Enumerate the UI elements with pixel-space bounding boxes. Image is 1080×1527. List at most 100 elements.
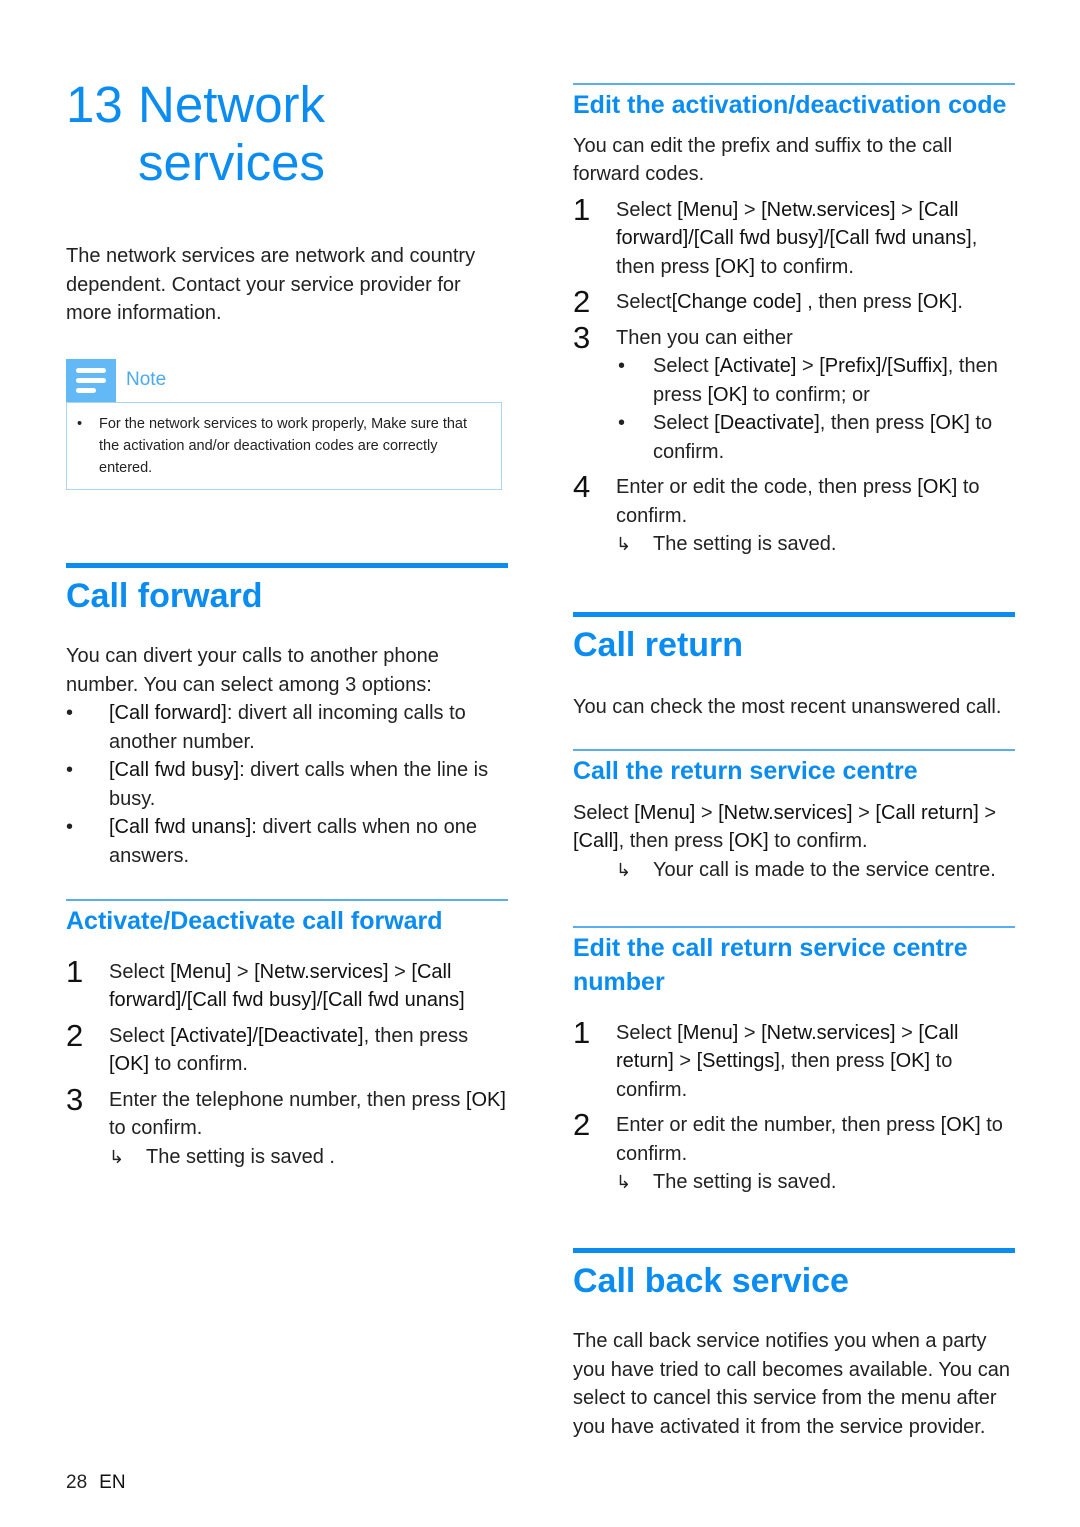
- list-item: • Select [Deactivate], then press [OK] to…: [616, 409, 1015, 466]
- step-number: 3: [573, 319, 591, 355]
- call-return-intro: You can check the most recent unanswered…: [573, 696, 1002, 718]
- step-number: 1: [573, 191, 591, 227]
- subsection-rule: [573, 83, 1015, 85]
- step-text: >: [231, 960, 255, 983]
- call-return-heading: Call return: [573, 626, 744, 664]
- list-item: • [Call fwd unans]: divert calls when no …: [66, 813, 508, 870]
- step-text: to confirm.: [109, 1117, 203, 1139]
- step-result: ↳ The setting is saved .: [109, 1143, 508, 1172]
- note-content: • For the network services to work proper…: [66, 402, 502, 490]
- return-centre-section: Call the return service centre Select [M…: [573, 749, 1015, 884]
- menu-term: [Deactivate]: [714, 412, 820, 434]
- step-text: to confirm.: [149, 1053, 248, 1075]
- menu-term: [Menu]: [634, 801, 696, 824]
- step-text: .: [957, 291, 963, 313]
- menu-term: [OK]: [109, 1053, 150, 1075]
- menu-term: [Netw.services]: [254, 960, 389, 983]
- chapter-title-line1: Network: [138, 76, 326, 133]
- menu-term: [OK]: [890, 1050, 931, 1072]
- intro-section: The network services are network and cou…: [66, 242, 508, 328]
- subsection-rule: [573, 926, 1015, 928]
- step-text: >: [796, 355, 820, 377]
- menu-term: [OK]: [929, 412, 970, 434]
- result-text: The setting is saved.: [653, 533, 837, 555]
- activate-heading: Activate/Deactivate call forward: [66, 906, 443, 935]
- step-text: Select: [109, 1024, 171, 1047]
- step-text: >: [738, 198, 762, 221]
- step-result: ↳ The setting is saved.: [616, 1168, 1015, 1197]
- step-text: >: [895, 198, 919, 221]
- edit-centre-heading: Edit the call return service centre numb…: [573, 933, 968, 996]
- step: 2 Enter or edit the number, then press […: [573, 1107, 1015, 1197]
- subsection-rule: [66, 899, 508, 901]
- step-text: >: [852, 801, 876, 824]
- step-text: to confirm; or: [747, 383, 870, 406]
- chapter-title-line2: services: [138, 134, 326, 191]
- list-item: • [Call forward]: divert all incoming cal…: [66, 699, 508, 756]
- step: 2 Select [Activate]/[Deactivate], then p…: [66, 1018, 508, 1079]
- menu-term: [OK]: [940, 1114, 981, 1136]
- step-text: Then you can either: [616, 326, 793, 349]
- step-result: ↳ Your call is made to the service centre…: [616, 856, 1015, 885]
- call-return-section: Call return You can check the most recen…: [573, 612, 1015, 722]
- edit-code-intro: You can edit the prefix and suffix to th…: [573, 134, 953, 186]
- menu-term: [Netw.services]: [718, 801, 853, 824]
- call-back-heading: Call back service: [573, 1262, 849, 1300]
- menu-term: [Activate]: [714, 355, 797, 377]
- step-text: Select: [109, 960, 171, 983]
- option-term: [Call fwd busy]: [109, 759, 240, 781]
- bullet: •: [66, 759, 74, 781]
- step: 2 Select[Change code] , then press [OK].: [573, 284, 1015, 319]
- option-term: [Call fwd unans]: [109, 816, 252, 838]
- call-forward-heading: Call forward: [66, 577, 263, 615]
- result-text: The setting is saved .: [146, 1145, 335, 1168]
- bullet: •: [66, 816, 74, 838]
- list-item: • Select [Activate] > [Prefix]/[Suffix], …: [616, 352, 1015, 409]
- step-number: 1: [66, 953, 84, 989]
- call-back-body: The call back service notifies you when …: [573, 1330, 1010, 1438]
- step: 1 Select [Menu] > [Netw.services] > [Cal…: [573, 1014, 1015, 1105]
- menu-term: [Netw.services]: [761, 1021, 896, 1044]
- step-text: Enter the telephone number, then press: [109, 1088, 466, 1111]
- call-back-section: Call back service The call back service …: [573, 1248, 1015, 1441]
- step: 3 Then you can either • Select [Activate]…: [573, 319, 1015, 467]
- step-number: 1: [573, 1014, 591, 1050]
- step-number: 2: [573, 284, 591, 319]
- step-number: 4: [573, 469, 591, 504]
- list-item: • [Call fwd busy]: divert calls when the …: [66, 756, 508, 813]
- option-term: [Call forward]: [109, 702, 227, 724]
- step-text: Select: [653, 412, 715, 434]
- step-text: >: [895, 1021, 919, 1044]
- result-arrow-icon: ↳: [616, 534, 632, 554]
- bullet: •: [66, 702, 74, 724]
- step-number: 3: [66, 1081, 84, 1117]
- section-rule: [66, 563, 508, 568]
- menu-term: [Call]: [573, 830, 619, 852]
- menu-term: [Menu]: [677, 1021, 739, 1044]
- menu-term: [Netw.services]: [761, 198, 896, 221]
- return-centre-heading: Call the return service centre: [573, 756, 918, 785]
- page-footer: 28 EN: [66, 1472, 126, 1494]
- call-forward-section: Call forward You can divert your calls t…: [66, 563, 508, 870]
- step-number: 2: [573, 1107, 591, 1142]
- note-label: Note: [126, 369, 167, 390]
- step-text: , then press: [780, 1050, 891, 1072]
- menu-term: [Activate]/[Deactivate]: [170, 1024, 364, 1047]
- call-forward-intro: You can divert your calls to another pho…: [66, 645, 439, 696]
- result-arrow-icon: ↳: [616, 859, 632, 880]
- menu-term: [Change code]: [671, 291, 802, 313]
- step-text: to confirm.: [754, 255, 854, 278]
- language-code: EN: [99, 1472, 126, 1493]
- menu-term: [OK]: [917, 476, 958, 498]
- bullet: •: [618, 355, 626, 377]
- note-header: Note: [66, 359, 502, 402]
- step-text: , then press: [819, 412, 930, 434]
- menu-term: [OK]: [714, 255, 755, 278]
- activate-section: Activate/Deactivate call forward 1 Selec…: [66, 899, 508, 1171]
- edit-code-heading: Edit the activation/deactivation code: [573, 90, 1007, 119]
- result-arrow-icon: ↳: [109, 1146, 125, 1167]
- step-text: to confirm.: [768, 830, 868, 852]
- step-text: Select: [573, 801, 635, 824]
- step-text: >: [388, 960, 412, 983]
- step-text: >: [738, 1021, 762, 1044]
